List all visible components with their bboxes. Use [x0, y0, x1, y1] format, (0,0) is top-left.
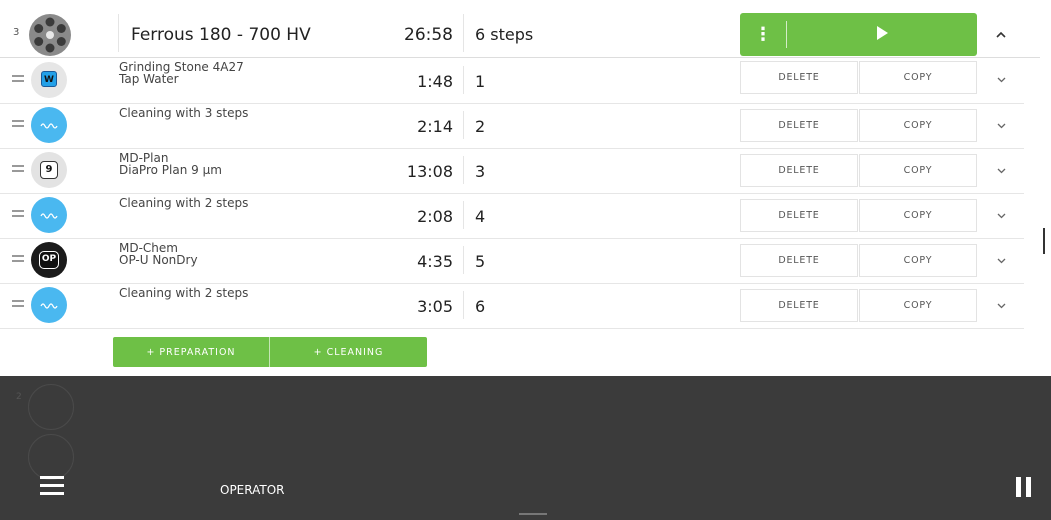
disc-holder-icon [29, 14, 71, 56]
step-number: 2 [475, 117, 486, 136]
method-panel: 3 Ferrous 180 - 700 HV 26:58 6 steps ⋮ W… [0, 0, 1051, 376]
chevron-down-icon[interactable] [997, 168, 1006, 174]
step-detail: DiaPro Plan 9 μm [119, 163, 222, 177]
chevron-down-icon[interactable] [997, 258, 1006, 264]
chevron-down-icon[interactable] [997, 213, 1006, 219]
add-cleaning-button[interactable]: + CLEANING [270, 337, 427, 367]
water-icon: W [31, 62, 67, 98]
delete-button[interactable]: DELETE [740, 244, 858, 277]
step-row[interactable]: OP MD-Chem OP-U NonDry 4:35 5 DELETE COP… [0, 238, 1024, 284]
step-number: 4 [475, 207, 486, 226]
copy-button[interactable]: COPY [859, 244, 977, 277]
step-row[interactable]: W Grinding Stone 4A27 Tap Water 1:48 1 D… [0, 58, 1024, 104]
copy-button[interactable]: COPY [859, 289, 977, 322]
copy-button[interactable]: COPY [859, 199, 977, 232]
delete-button[interactable]: DELETE [740, 109, 858, 142]
method-index: 2 [16, 392, 22, 402]
disc-holder-icon [28, 384, 74, 430]
step-row[interactable]: Cleaning with 3 steps 2:14 2 DELETE COPY [0, 103, 1024, 149]
copy-button[interactable]: COPY [859, 61, 977, 94]
divider [463, 291, 464, 319]
divider [463, 66, 464, 94]
cleaning-icon [31, 107, 67, 143]
divider [463, 246, 464, 274]
step-number: 5 [475, 252, 486, 271]
copy-button[interactable]: COPY [859, 109, 977, 142]
delete-button[interactable]: DELETE [740, 199, 858, 232]
bottom-bar: 2 OPERATOR [0, 376, 1051, 520]
divider [118, 14, 119, 52]
drag-handle[interactable] [519, 513, 547, 515]
delete-button[interactable]: DELETE [740, 289, 858, 322]
method-index: 3 [13, 27, 20, 38]
more-options-icon[interactable]: ⋮ [740, 13, 786, 56]
method-step-count: 6 steps [475, 25, 534, 44]
delete-button[interactable]: DELETE [740, 61, 858, 94]
hamburger-menu-icon[interactable] [40, 476, 64, 495]
disc-holder-icon [28, 434, 74, 480]
drag-handle-icon[interactable] [12, 75, 24, 82]
step-time: 1:48 [417, 72, 453, 91]
chevron-up-icon[interactable] [996, 31, 1006, 39]
step-number: 6 [475, 297, 486, 316]
user-role-label[interactable]: OPERATOR [220, 483, 285, 497]
step-number: 3 [475, 162, 486, 181]
cleaning-icon [31, 287, 67, 323]
step-time: 3:05 [417, 297, 453, 316]
method-header[interactable]: 3 Ferrous 180 - 700 HV 26:58 6 steps ⋮ [0, 0, 1040, 58]
step-name: Cleaning with 3 steps [119, 106, 249, 120]
play-icon[interactable] [877, 26, 888, 40]
divider [463, 111, 464, 139]
pause-icon[interactable] [1016, 477, 1032, 497]
divider [786, 21, 787, 48]
add-step-bar: + PREPARATION + CLEANING [113, 337, 427, 367]
method-title: Ferrous 180 - 700 HV [131, 25, 311, 45]
step-detail: Tap Water [119, 72, 179, 86]
step-time: 4:35 [417, 252, 453, 271]
divider [463, 156, 464, 184]
step-row[interactable]: 9 MD-Plan DiaPro Plan 9 μm 13:08 3 DELET… [0, 148, 1024, 194]
drag-handle-icon[interactable] [12, 210, 24, 217]
drag-handle-icon[interactable] [12, 120, 24, 127]
step-detail: OP-U NonDry [119, 253, 198, 267]
method-total-time: 26:58 [404, 25, 453, 45]
drag-handle-icon[interactable] [12, 165, 24, 172]
op-icon: OP [31, 242, 67, 278]
chevron-down-icon[interactable] [997, 303, 1006, 309]
copy-button[interactable]: COPY [859, 154, 977, 187]
step-row[interactable]: Cleaning with 2 steps 2:08 4 DELETE COPY [0, 193, 1024, 239]
drag-handle-icon[interactable] [12, 255, 24, 262]
chevron-down-icon[interactable] [997, 123, 1006, 129]
scrollbar[interactable] [1043, 228, 1045, 254]
drag-handle-icon[interactable] [12, 300, 24, 307]
step-time: 13:08 [406, 162, 453, 181]
add-preparation-button[interactable]: + PREPARATION [113, 337, 269, 367]
divider [463, 14, 464, 52]
nine-icon: 9 [31, 152, 67, 188]
step-row[interactable]: Cleaning with 2 steps 3:05 6 DELETE COPY [0, 283, 1024, 329]
step-number: 1 [475, 72, 486, 91]
step-time: 2:14 [417, 117, 453, 136]
run-button[interactable]: ⋮ [740, 13, 977, 56]
delete-button[interactable]: DELETE [740, 154, 858, 187]
step-name: Cleaning with 2 steps [119, 196, 249, 210]
step-time: 2:08 [417, 207, 453, 226]
chevron-down-icon[interactable] [997, 77, 1006, 83]
cleaning-icon [31, 197, 67, 233]
step-name: Cleaning with 2 steps [119, 286, 249, 300]
divider [463, 201, 464, 229]
